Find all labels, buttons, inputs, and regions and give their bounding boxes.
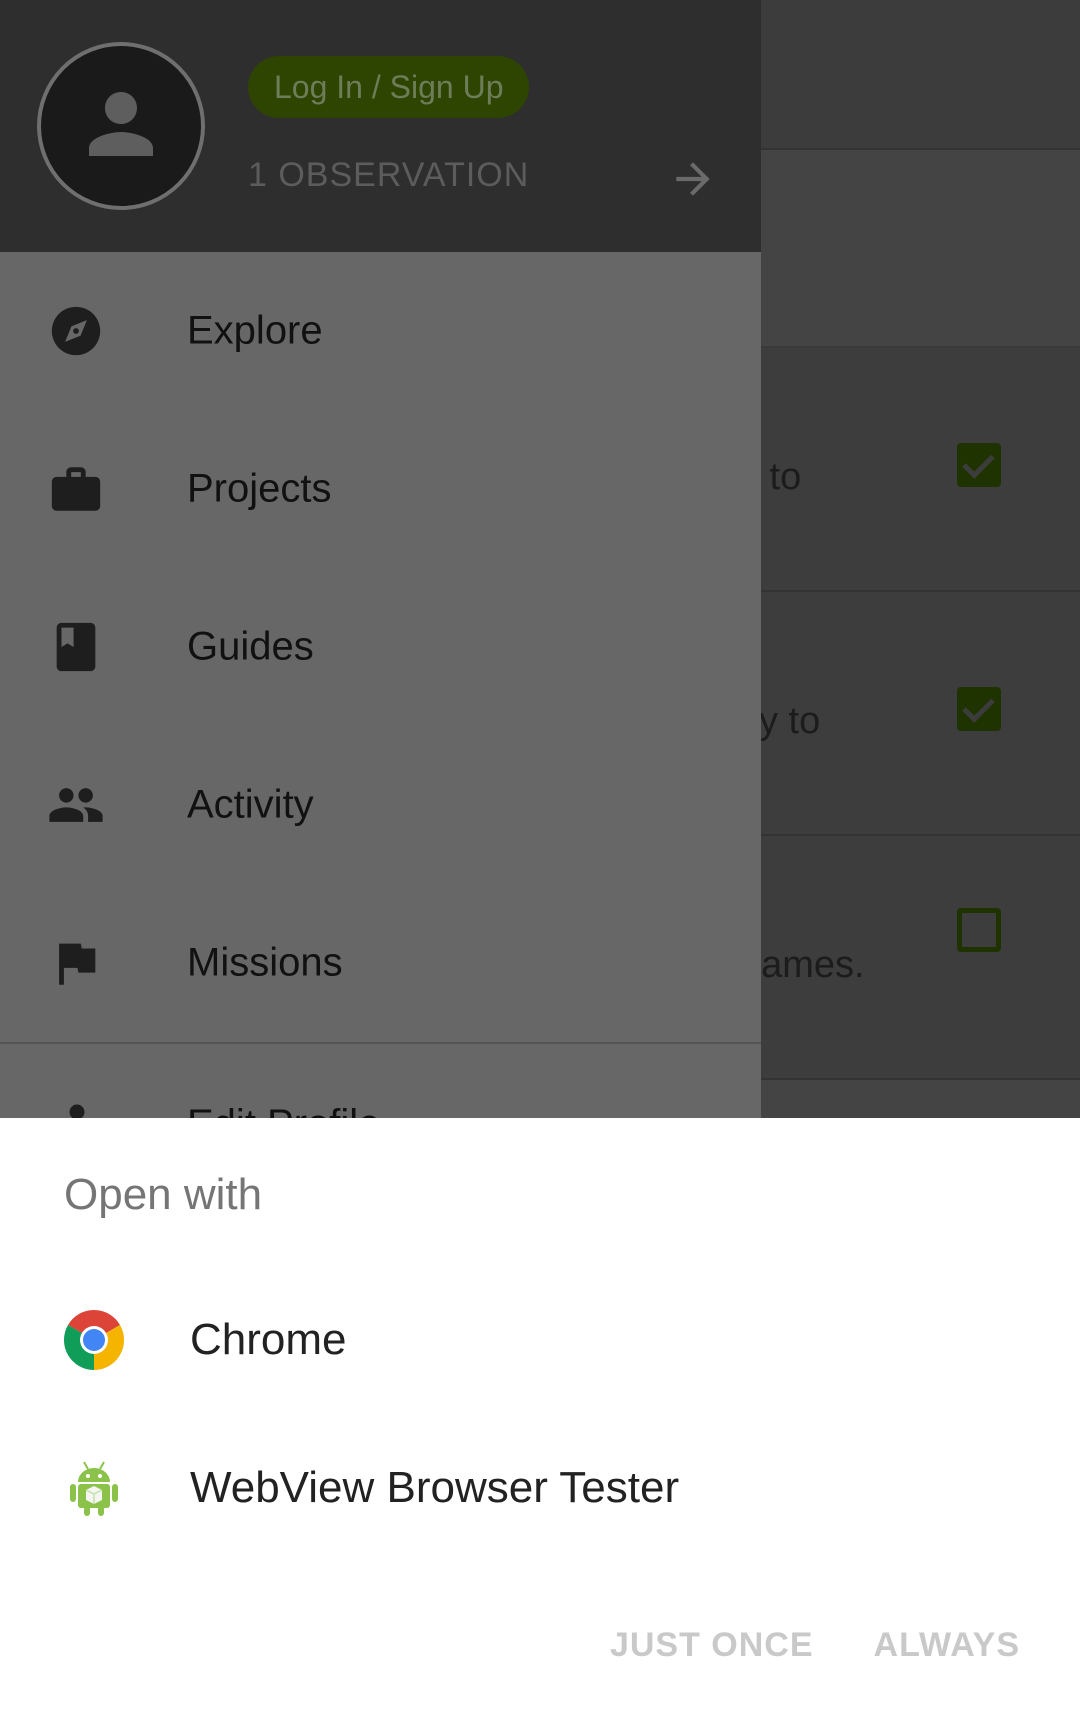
just-once-button[interactable]: JUST ONCE (610, 1626, 814, 1665)
menu-item-label: Projects (187, 466, 332, 511)
menu-item-label: Edit Profile (187, 1102, 380, 1118)
sheet-actions: JUST ONCE ALWAYS (610, 1626, 1020, 1665)
avatar[interactable] (37, 42, 205, 210)
menu-item-label: Activity (187, 782, 314, 827)
arrow-right-icon[interactable] (668, 154, 718, 204)
menu-item-label: Missions (187, 940, 343, 985)
sheet-title: Open with (64, 1170, 263, 1219)
navigation-drawer: Log In / Sign Up 1 OBSERVATION Explore P… (0, 0, 761, 1118)
app-option-chrome[interactable]: Chrome (0, 1266, 1080, 1414)
app-name: Chrome (190, 1315, 347, 1364)
drawer-header: Log In / Sign Up 1 OBSERVATION (0, 0, 761, 252)
checkbox-unchecked (957, 908, 1001, 952)
menu-item-label: Explore (187, 308, 323, 353)
always-button[interactable]: ALWAYS (874, 1626, 1020, 1665)
menu-item-explore[interactable]: Explore (0, 252, 761, 410)
person-icon (62, 1102, 92, 1118)
menu-item-activity[interactable]: Activity (0, 726, 761, 884)
checkbox-checked (957, 687, 1001, 731)
checkbox-checked (957, 443, 1001, 487)
menu-item-guides[interactable]: Guides (0, 568, 761, 726)
android-icon (62, 1456, 126, 1520)
login-signup-button[interactable]: Log In / Sign Up (248, 56, 530, 118)
menu-item-edit-profile[interactable]: Edit Profile (0, 1044, 761, 1118)
app-option-webview-tester[interactable]: WebView Browser Tester (0, 1414, 1080, 1562)
book-icon (46, 617, 106, 677)
app-name: WebView Browser Tester (190, 1463, 680, 1512)
flag-icon (46, 933, 106, 993)
people-icon (46, 775, 106, 835)
menu-item-label: Guides (187, 624, 314, 669)
menu-item-projects[interactable]: Projects (0, 410, 761, 568)
briefcase-icon (46, 459, 106, 519)
menu-item-missions[interactable]: Missions (0, 884, 761, 1042)
open-with-sheet: Open with Chrome WebView Browser Tester … (0, 1118, 1080, 1731)
chrome-icon (62, 1308, 126, 1372)
observation-count[interactable]: 1 OBSERVATION (248, 156, 529, 195)
person-icon (89, 92, 153, 156)
compass-icon (46, 301, 106, 361)
